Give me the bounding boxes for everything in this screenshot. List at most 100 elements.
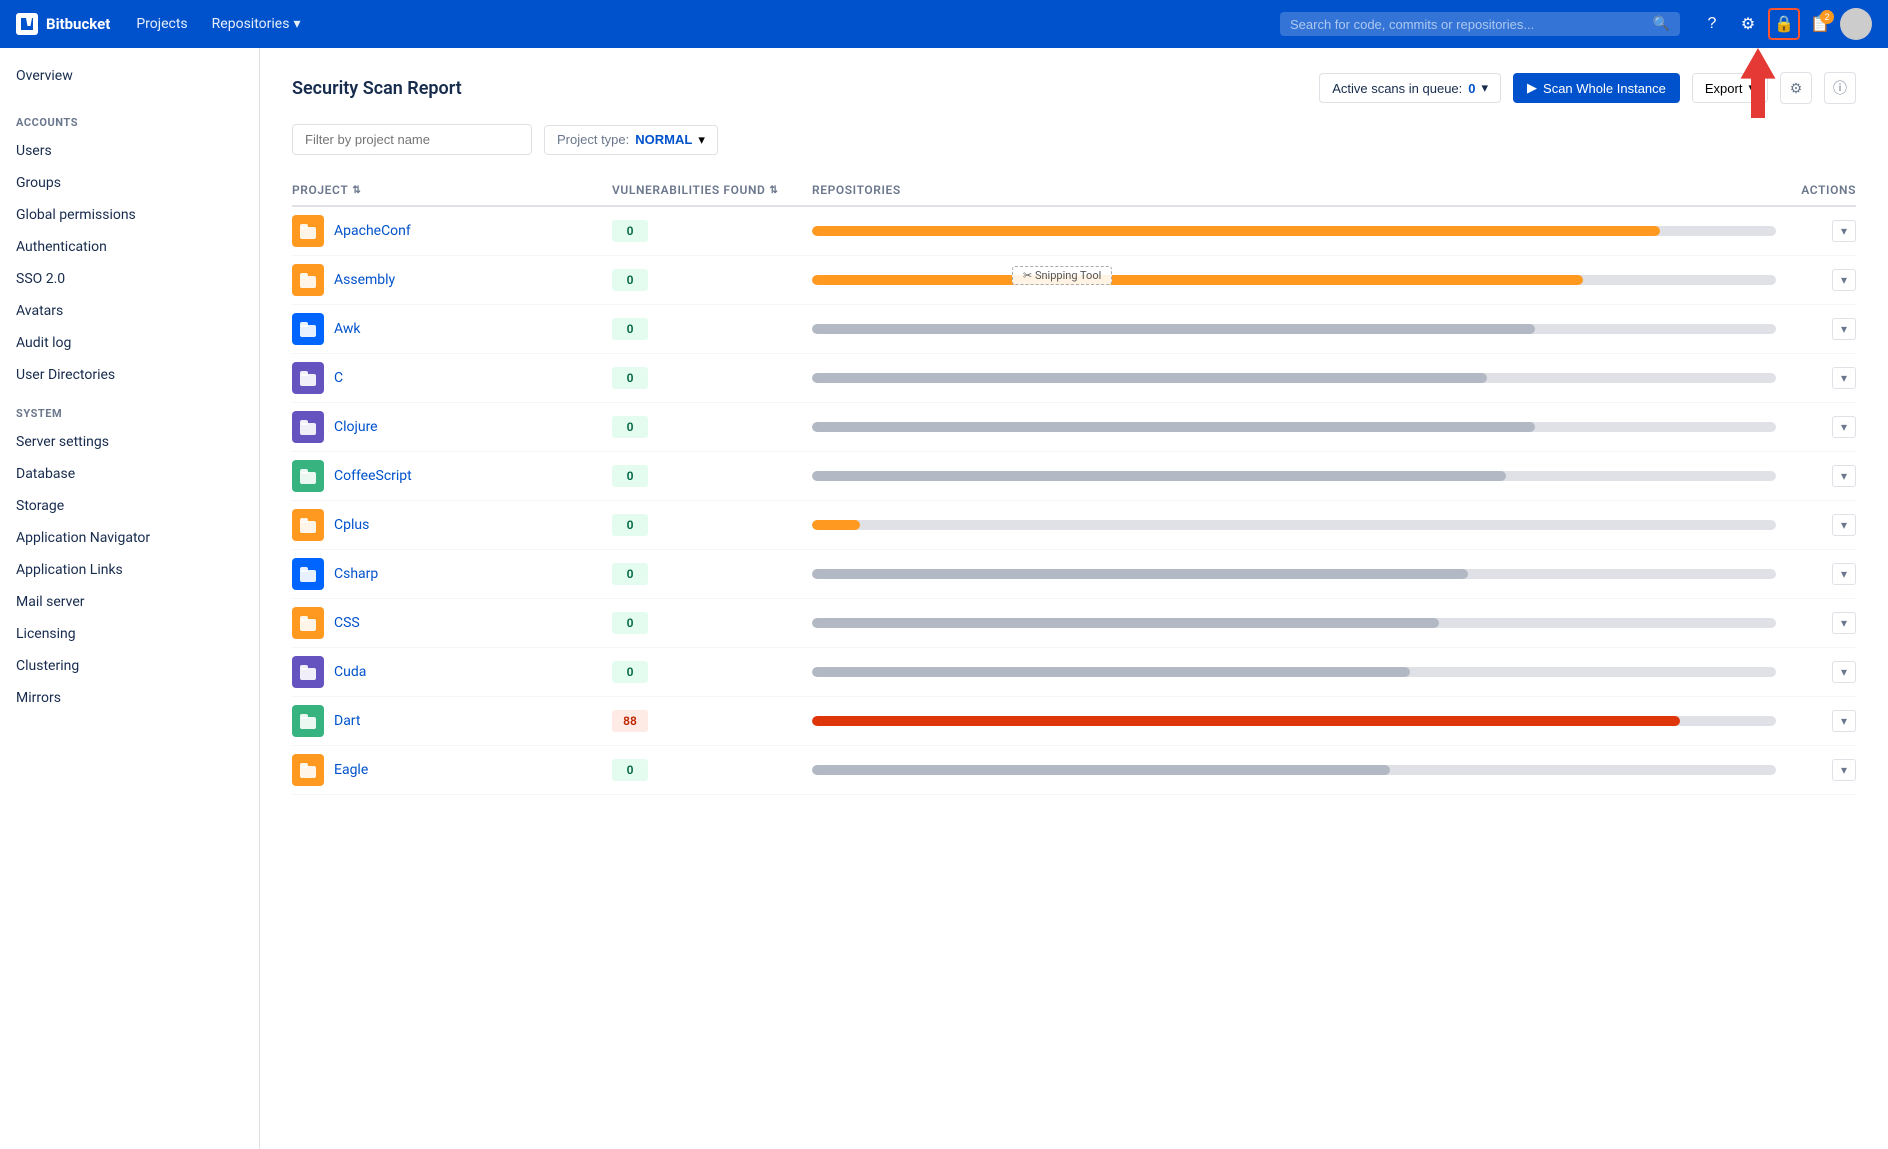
info-icon: ⓘ [1833, 78, 1847, 98]
row-actions-button[interactable]: ▾ [1832, 220, 1856, 242]
nav-projects[interactable]: Projects [126, 10, 197, 38]
sidebar-item-avatars[interactable]: Avatars [0, 295, 259, 327]
sidebar-item-mirrors[interactable]: Mirrors [0, 682, 259, 714]
sidebar-section-accounts: ACCOUNTS [0, 100, 259, 135]
project-name-link[interactable]: Awk [334, 321, 361, 337]
sidebar-item-application-links[interactable]: Application Links [0, 554, 259, 586]
sidebar-item-users[interactable]: Users [0, 135, 259, 167]
row-actions-button[interactable]: ▾ [1832, 269, 1856, 291]
table-row: Assembly 0 ✂ Snipping Tool ▾ [292, 256, 1856, 305]
col-repositories: Repositories [812, 183, 1776, 197]
actions-cell: ▾ [1776, 367, 1856, 389]
vulnerability-badge: 0 [612, 759, 648, 781]
sidebar-item-groups[interactable]: Groups [0, 167, 259, 199]
scan-whole-instance-button[interactable]: ▶ Scan Whole Instance [1513, 73, 1680, 103]
arrow-indicator [1728, 48, 1788, 122]
repo-bar [812, 716, 1680, 726]
actions-cell: ▾ [1776, 759, 1856, 781]
vulnerability-badge: 0 [612, 269, 648, 291]
sidebar-item-user-directories[interactable]: User Directories [0, 359, 259, 391]
sidebar-item-server-settings[interactable]: Server settings [0, 426, 259, 458]
repo-bar-wrapper [812, 618, 1776, 628]
project-icon [292, 754, 324, 786]
sidebar-item-storage[interactable]: Storage [0, 490, 259, 522]
sidebar-item-clustering[interactable]: Clustering [0, 650, 259, 682]
sidebar-item-audit-log[interactable]: Audit log [0, 327, 259, 359]
notification-icon-button[interactable]: 📋 2 [1804, 8, 1836, 40]
row-actions-button[interactable]: ▾ [1832, 612, 1856, 634]
project-name-link[interactable]: Cuda [334, 664, 366, 680]
table-row: Cplus 0 ▾ [292, 501, 1856, 550]
help-icon-button[interactable]: ? [1696, 8, 1728, 40]
actions-cell: ▾ [1776, 661, 1856, 683]
project-name-link[interactable]: Dart [334, 713, 360, 729]
project-name-link[interactable]: CoffeeScript [334, 468, 412, 484]
project-cell: Cplus [292, 509, 612, 541]
sidebar-item-application-navigator[interactable]: Application Navigator [0, 522, 259, 554]
vulnerabilities-cell: 0 [612, 759, 812, 781]
project-name-link[interactable]: ApacheConf [334, 223, 411, 239]
repo-bar [812, 275, 1583, 285]
sidebar-item-mail-server[interactable]: Mail server [0, 586, 259, 618]
row-actions-button[interactable]: ▾ [1832, 465, 1856, 487]
vulnerability-badge: 0 [612, 416, 648, 438]
vulnerability-badge: 0 [612, 661, 648, 683]
project-name-link[interactable]: Csharp [334, 566, 378, 582]
search-input[interactable] [1290, 17, 1645, 32]
actions-cell: ▾ [1776, 612, 1856, 634]
filter-input[interactable] [292, 124, 532, 155]
row-actions-button[interactable]: ▾ [1832, 710, 1856, 732]
project-name-link[interactable]: CSS [334, 615, 360, 631]
sidebar-item-database[interactable]: Database [0, 458, 259, 490]
project-icon [292, 656, 324, 688]
table-row: CSS 0 ▾ [292, 599, 1856, 648]
vulnerabilities-cell: 0 [612, 514, 812, 536]
sidebar-item-sso[interactable]: SSO 2.0 [0, 263, 259, 295]
project-name-link[interactable]: Assembly [334, 272, 395, 288]
settings-icon-button[interactable]: ⚙ [1732, 8, 1764, 40]
sidebar-section-system: SYSTEM [0, 391, 259, 426]
row-actions-button[interactable]: ▾ [1832, 661, 1856, 683]
row-actions-button[interactable]: ▾ [1832, 367, 1856, 389]
project-name-link[interactable]: Clojure [334, 419, 378, 435]
main-content: Security Scan Report Active scans in que… [260, 48, 1888, 1149]
row-actions-button[interactable]: ▾ [1832, 514, 1856, 536]
sidebar-item-authentication[interactable]: Authentication [0, 231, 259, 263]
main-nav: Projects Repositories ▾ [126, 10, 310, 38]
row-actions-button[interactable]: ▾ [1832, 759, 1856, 781]
lock-icon-button[interactable]: 🔒 [1768, 8, 1800, 40]
active-scans-count: 0 [1468, 81, 1475, 96]
row-actions-button[interactable]: ▾ [1832, 563, 1856, 585]
vulnerability-badge: 0 [612, 220, 648, 242]
project-type-button[interactable]: Project type: NORMAL ▾ [544, 125, 718, 155]
project-name-link[interactable]: Cplus [334, 517, 369, 533]
nav-repositories[interactable]: Repositories ▾ [202, 10, 311, 38]
project-cell: C [292, 362, 612, 394]
question-icon: ? [1708, 15, 1717, 33]
actions-cell: ▾ [1776, 563, 1856, 585]
sidebar-item-licensing[interactable]: Licensing [0, 618, 259, 650]
info-button[interactable]: ⓘ [1824, 72, 1856, 104]
sidebar: Overview ACCOUNTS Users Groups Global pe… [0, 48, 260, 1149]
row-actions-button[interactable]: ▾ [1832, 318, 1856, 340]
project-cell: CSS [292, 607, 612, 639]
logo[interactable]: Bitbucket [16, 13, 110, 35]
active-scans-button[interactable]: Active scans in queue: 0 ▾ [1319, 73, 1501, 103]
repo-bar [812, 667, 1410, 677]
project-name-link[interactable]: C [334, 370, 343, 386]
table-row: Dart 88 ▾ [292, 697, 1856, 746]
vulnerability-badge: 0 [612, 514, 648, 536]
sidebar-item-global-permissions[interactable]: Global permissions [0, 199, 259, 231]
project-icon [292, 264, 324, 296]
repo-bar [812, 226, 1660, 236]
gear-icon: ⚙ [1741, 14, 1755, 34]
project-name-link[interactable]: Eagle [334, 762, 368, 778]
search-icon: 🔍 [1653, 16, 1670, 32]
avatar[interactable] [1840, 8, 1872, 40]
table-row: ApacheConf 0 ▾ [292, 207, 1856, 256]
sidebar-item-overview[interactable]: Overview [0, 48, 259, 100]
table-row: Eagle 0 ▾ [292, 746, 1856, 795]
row-actions-button[interactable]: ▾ [1832, 416, 1856, 438]
vulnerabilities-cell: 88 [612, 710, 812, 732]
search-bar[interactable]: 🔍 [1280, 12, 1680, 36]
